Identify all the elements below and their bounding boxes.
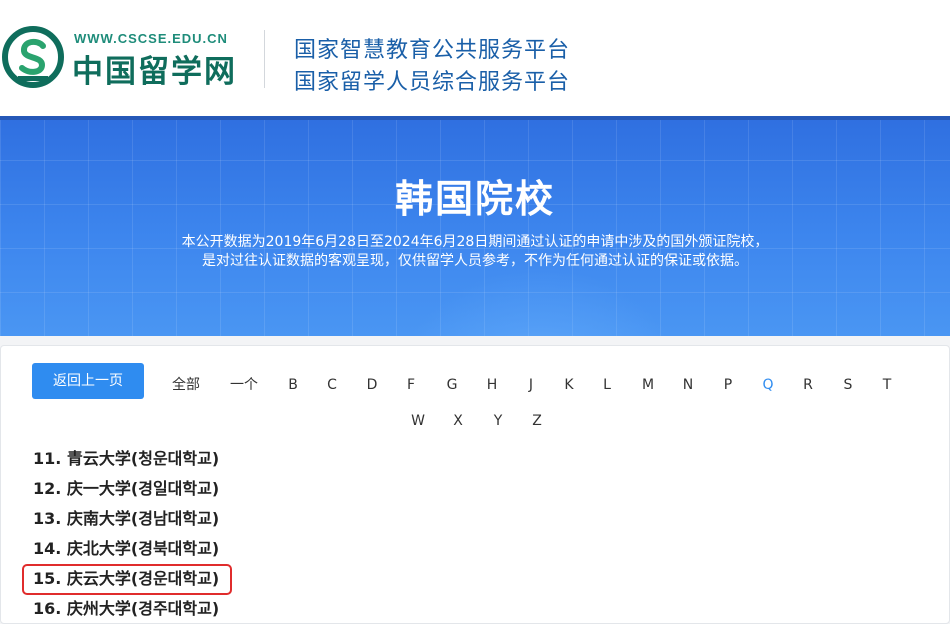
logo-url: WWW.CSCSE.EDU.CN [74,31,228,46]
filter-c[interactable]: C [312,375,352,395]
platform-title-2: 国家留学人员综合服务平台 [294,70,571,95]
platform-title-1: 国家智慧教育公共服务平台 [294,38,571,63]
page-title: 韩国院校 [394,177,555,221]
filter-p[interactable]: P [708,375,748,395]
logo-name[interactable]: 中国留学网 [72,46,237,91]
filter-g[interactable]: G [432,375,472,395]
filter-z[interactable]: Z [517,411,557,431]
filter-t[interactable]: T [867,375,907,395]
university-list-item[interactable]: 14. 庆北大学(경북대학교) [33,538,219,560]
university-list-item[interactable]: 12. 庆一大学(경일대학교) [33,478,219,500]
filter-l[interactable]: L [587,375,627,395]
university-list-item[interactable]: 16. 庆州大学(경주대학교) [33,598,219,620]
page-banner: 韩国院校 本公开数据为2019年6月28日至2024年6月28日期间通过认证的申… [0,116,950,336]
banner-description-1: 本公开数据为2019年6月28日至2024年6月28日期间通过认证的申请中涉及的… [181,234,769,250]
university-list-item[interactable]: 13. 庆南大学(경남대학교) [33,508,219,530]
filter-w[interactable]: W [398,411,438,431]
filter-f[interactable]: F [391,375,431,395]
university-list-item[interactable]: 11. 青云大学(청운대학교) [33,448,219,470]
filter-s[interactable]: S [828,375,868,395]
filter-other[interactable]: 一个 [224,375,264,395]
filter-d[interactable]: D [352,375,392,395]
filter-k[interactable]: K [549,375,589,395]
banner-description-2: 是对过往认证数据的客观呈现，仅供留学人员参考，不作为任何通过认证的保证或依据。 [202,253,748,269]
filter-b[interactable]: B [273,375,313,395]
filter-j[interactable]: J [511,375,551,395]
filter-m[interactable]: M [628,375,668,395]
site-header: WWW.CSCSE.EDU.CN 中国留学网 国家智慧教育公共服务平台 国家留学… [0,0,950,116]
filter-r[interactable]: R [788,375,828,395]
filter-all[interactable]: 全部 [166,375,206,395]
filter-x[interactable]: X [438,411,478,431]
red-highlight-box [22,564,232,595]
filter-y[interactable]: Y [478,411,518,431]
filter-q-active[interactable]: Q [748,375,788,395]
content-card: 返回上一页 全部 一个 B C D F G H J K L M N P Q R … [0,345,950,624]
cscse-logo-icon [2,26,64,88]
filter-n[interactable]: N [668,375,708,395]
filter-h[interactable]: H [472,375,512,395]
header-divider [264,30,265,88]
banner-top-border [0,116,950,120]
back-button[interactable]: 返回上一页 [32,363,144,399]
